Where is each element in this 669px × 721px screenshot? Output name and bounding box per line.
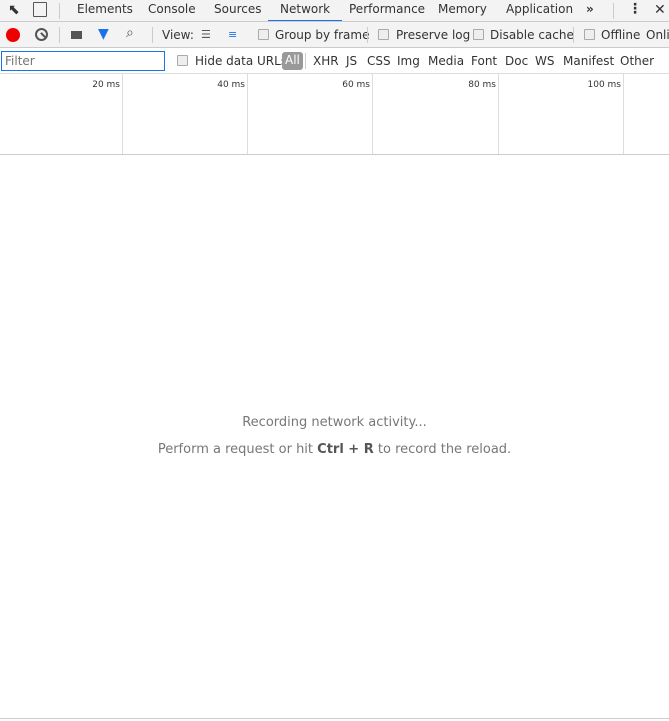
timeline-tick: 60 ms [342, 80, 370, 90]
timeline-tick: 80 ms [468, 80, 496, 90]
timeline-tick: 20 ms [92, 80, 120, 90]
kebab-menu-icon[interactable]: ⋮ [628, 1, 642, 17]
search-icon[interactable]: ⌕ [126, 25, 134, 41]
timeline-tick: 40 ms [217, 80, 245, 90]
filter-type-manifest[interactable]: Manifest [563, 54, 614, 68]
group-by-frame-checkbox[interactable] [258, 29, 269, 40]
record-icon[interactable] [6, 28, 20, 42]
timeline-tick: 100 ms [587, 80, 622, 90]
filter-type-other[interactable]: Other [620, 54, 654, 68]
clear-icon[interactable] [35, 28, 48, 41]
filter-type-all[interactable]: All [282, 52, 303, 70]
devtools-tab-bar: ⬉ Elements Console Sources Network Perfo… [0, 0, 669, 22]
filter-type-doc[interactable]: Doc [505, 54, 528, 68]
tab-memory[interactable]: Memory [438, 0, 487, 21]
tab-performance[interactable]: Performance [349, 0, 425, 21]
filter-type-xhr[interactable]: XHR [313, 54, 339, 68]
reload-hint: Perform a request or hit Ctrl + R to rec… [157, 442, 512, 457]
filter-input[interactable] [1, 51, 165, 71]
inspect-element-icon[interactable]: ⬉ [8, 2, 20, 18]
filter-type-js[interactable]: JS [346, 54, 357, 68]
tab-application[interactable]: Application [506, 0, 573, 21]
waterfall-icon[interactable]: ≡ [228, 29, 237, 40]
large-rows-icon[interactable]: ☰ [201, 29, 211, 40]
network-toolbar: ▼ ⌕ View: ☰ ≡ Group by frame Preserve lo… [0, 22, 669, 48]
capture-screenshots-icon[interactable] [71, 31, 82, 39]
filter-type-font[interactable]: Font [471, 54, 497, 68]
filter-type-media[interactable]: Media [428, 54, 464, 68]
throttling-select[interactable]: Online [646, 28, 669, 42]
tab-sources[interactable]: Sources [214, 0, 261, 21]
hide-data-urls-label: Hide data URLs [195, 54, 288, 68]
filter-bar: Hide data URLs All XHR JS CSS Img Media … [0, 48, 669, 74]
filter-type-img[interactable]: Img [397, 54, 420, 68]
group-by-frame-label: Group by frame [275, 28, 370, 42]
view-label: View: [162, 28, 194, 42]
tab-network[interactable]: Network [268, 0, 343, 21]
filter-type-css[interactable]: CSS [367, 54, 391, 68]
more-tabs-button[interactable]: » [586, 0, 594, 21]
tab-elements[interactable]: Elements [77, 0, 133, 21]
empty-state: Recording network activity... Perform a … [0, 415, 669, 457]
preserve-log-checkbox[interactable] [378, 29, 389, 40]
hide-data-urls-checkbox[interactable] [177, 55, 188, 66]
disable-cache-checkbox[interactable] [473, 29, 484, 40]
filter-icon[interactable]: ▼ [98, 26, 109, 42]
r-key: R [363, 442, 374, 457]
device-toolbar-icon[interactable] [33, 2, 47, 17]
close-icon[interactable]: ✕ [654, 2, 666, 18]
tab-console[interactable]: Console [148, 0, 196, 21]
offline-checkbox[interactable] [584, 29, 595, 40]
disable-cache-label: Disable cache [490, 28, 574, 42]
preserve-log-label: Preserve log [396, 28, 471, 42]
offline-label: Offline [601, 28, 641, 42]
recording-message: Recording network activity... [242, 415, 427, 430]
filter-type-ws[interactable]: WS [535, 54, 554, 68]
ctrl-key: Ctrl [317, 442, 344, 457]
